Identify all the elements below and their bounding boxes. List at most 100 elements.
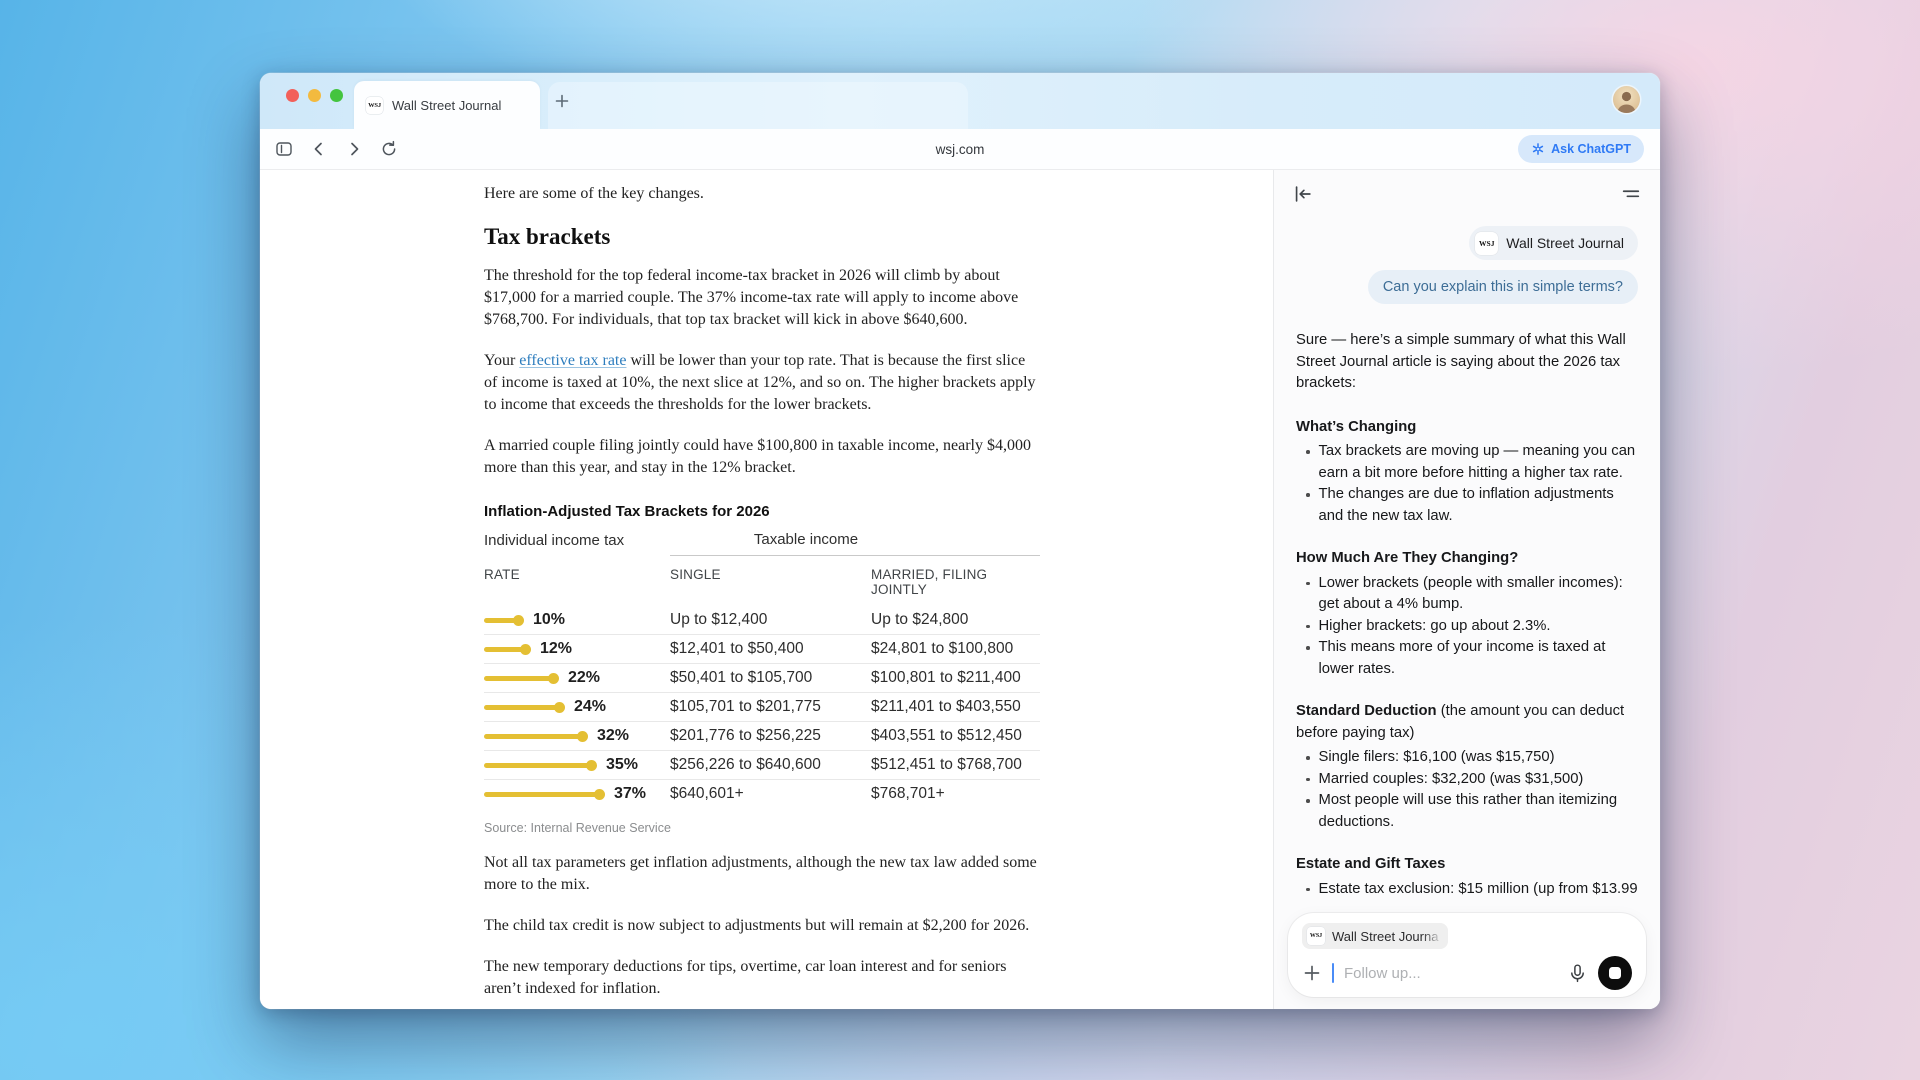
column-header-married: MARRIED, FILING JOINTLY <box>871 567 1040 597</box>
group-header-left: Individual income tax <box>484 532 670 556</box>
minimize-window-button[interactable] <box>308 89 321 102</box>
section-heading: Estate and Gift Taxes <box>1296 856 1445 872</box>
bullet-dot-icon <box>1306 888 1310 892</box>
article-paragraph: Not all tax parameters get inflation adj… <box>484 852 1040 896</box>
bullet-dot-icon <box>1306 493 1310 497</box>
article-paragraph: The threshold for the top federal income… <box>484 265 1040 331</box>
browser-tab-wsj[interactable]: WSJ Wall Street Journal <box>354 81 540 129</box>
rate-value: 24% <box>574 698 606 716</box>
table-row: 10% Up to $12,400 Up to $24,800 <box>484 606 1040 634</box>
attachment-chip-label: Wall Street Journal <box>1506 235 1624 251</box>
single-range: Up to $12,400 <box>670 611 871 629</box>
married-range: $211,401 to $403,550 <box>871 698 1040 716</box>
profile-avatar[interactable] <box>1613 86 1640 113</box>
rate-bar <box>484 643 531 655</box>
article-paragraph: The new temporary deductions for tips, o… <box>484 956 1040 1000</box>
add-attachment-button[interactable] <box>1302 963 1322 983</box>
voice-mode-button[interactable] <box>1598 956 1632 990</box>
table-group-header: Individual income tax Taxable income <box>484 531 1040 556</box>
single-range: $201,776 to $256,225 <box>670 727 871 745</box>
section-heading: How Much Are They Changing? <box>1296 550 1518 566</box>
bullet-item: The changes are due to inflation adjustm… <box>1296 484 1638 527</box>
back-button[interactable] <box>309 139 329 159</box>
ask-chatgpt-label: Ask ChatGPT <box>1551 142 1631 156</box>
effective-tax-rate-link[interactable]: effective tax rate <box>519 352 626 369</box>
reload-button[interactable] <box>379 139 399 159</box>
rate-value: 35% <box>606 756 638 774</box>
table-column-headers: RATE SINGLE MARRIED, FILING JOINTLY <box>484 557 1040 606</box>
composer-attachment-chip[interactable]: WSJ Wall Street Journa <box>1302 923 1448 949</box>
single-range: $640,601+ <box>670 785 871 803</box>
article-paragraph: A married couple filing jointly could ha… <box>484 435 1040 479</box>
chat-messages: WSJ Wall Street Journal Can you explain … <box>1274 226 1660 909</box>
text-cursor <box>1332 963 1334 983</box>
article-paragraph: The child tax credit is now subject to a… <box>484 915 1040 937</box>
dictate-button[interactable] <box>1567 963 1588 984</box>
single-range: $50,401 to $105,700 <box>670 669 871 687</box>
article-paragraph: Your effective tax rate will be lower th… <box>484 350 1040 416</box>
married-range: $768,701+ <box>871 785 1040 803</box>
zoom-window-button[interactable] <box>330 89 343 102</box>
bullet-item: Tax brackets are moving up — meaning you… <box>1296 441 1638 484</box>
assistant-section: Estate and Gift Taxes Estate tax exclusi… <box>1296 854 1638 900</box>
collapse-panel-button[interactable] <box>1292 183 1314 205</box>
assistant-section: Standard Deduction (the amount you can d… <box>1296 701 1638 833</box>
close-window-button[interactable] <box>286 89 299 102</box>
bullet-dot-icon <box>1306 646 1310 650</box>
bullet-dot-icon <box>1306 799 1310 803</box>
openai-logo-icon <box>1531 142 1545 156</box>
ask-chatgpt-button[interactable]: Ask ChatGPT <box>1518 135 1644 163</box>
sidebar-panel-icon <box>275 140 293 158</box>
section-heading: What’s Changing <box>1296 419 1416 435</box>
rate-value: 10% <box>533 611 565 629</box>
new-tab-button[interactable] <box>552 91 572 111</box>
attachment-chip-wsj[interactable]: WSJ Wall Street Journal <box>1469 226 1638 260</box>
assistant-section: How Much Are They Changing? Lower bracke… <box>1296 548 1638 680</box>
column-header-single: SINGLE <box>670 567 871 597</box>
toolbar: wsj.com Ask ChatGPT <box>260 129 1660 170</box>
bullet-item: This means more of your income is taxed … <box>1296 637 1638 680</box>
rate-value: 22% <box>568 669 600 687</box>
bullet-item: Estate tax exclusion: $15 million (up fr… <box>1296 879 1638 901</box>
bullet-dot-icon <box>1306 756 1310 760</box>
plus-icon <box>1302 963 1322 983</box>
chevron-left-icon <box>310 140 328 158</box>
microphone-icon <box>1567 963 1588 984</box>
single-range: $105,701 to $201,775 <box>670 698 871 716</box>
url-text: wsj.com <box>936 142 985 157</box>
reload-icon <box>380 140 398 158</box>
bullet-dot-icon <box>1306 778 1310 782</box>
bullet-dot-icon <box>1306 582 1310 586</box>
wsj-chip-icon: WSJ <box>1475 232 1498 255</box>
address-bar[interactable]: wsj.com <box>936 142 985 157</box>
bullet-item: Lower brackets (people with smaller inco… <box>1296 573 1638 616</box>
person-icon <box>1613 86 1640 113</box>
table-row: 32% $201,776 to $256,225 $403,551 to $51… <box>484 721 1040 750</box>
assistant-section: What’s Changing Tax brackets are moving … <box>1296 417 1638 528</box>
wsj-chip-icon: WSJ <box>1307 927 1325 945</box>
rate-bar <box>484 730 588 742</box>
married-range: $512,451 to $768,700 <box>871 756 1040 774</box>
chat-composer: WSJ Wall Street Journa Follow up... <box>1288 913 1646 997</box>
user-message-bubble: Can you explain this in simple terms? <box>1368 270 1638 304</box>
single-range: $256,226 to $640,600 <box>670 756 871 774</box>
bullet-item: Single filers: $16,100 (was $15,750) <box>1296 747 1638 769</box>
paragraph-text: Your <box>484 352 519 369</box>
rate-bar <box>484 788 605 800</box>
rate-bar <box>484 614 524 626</box>
table-row: 12% $12,401 to $50,400 $24,801 to $100,8… <box>484 634 1040 663</box>
married-range: Up to $24,800 <box>871 611 1040 629</box>
panel-menu-button[interactable] <box>1620 183 1642 205</box>
composer-input-row: Follow up... <box>1302 956 1632 990</box>
column-header-rate: RATE <box>484 567 670 597</box>
sidebar-toggle-button[interactable] <box>274 139 294 159</box>
section-heading: Standard Deduction <box>1296 703 1437 719</box>
forward-button[interactable] <box>344 139 364 159</box>
followup-input[interactable]: Follow up... <box>1344 965 1421 982</box>
tab-title: Wall Street Journal <box>392 98 501 113</box>
article-intro: Here are some of the key changes. <box>484 183 1040 205</box>
table-source: Source: Internal Revenue Service <box>484 821 1040 835</box>
single-range: $12,401 to $50,400 <box>670 640 871 658</box>
plus-icon <box>554 93 570 109</box>
stop-icon <box>1609 967 1621 979</box>
